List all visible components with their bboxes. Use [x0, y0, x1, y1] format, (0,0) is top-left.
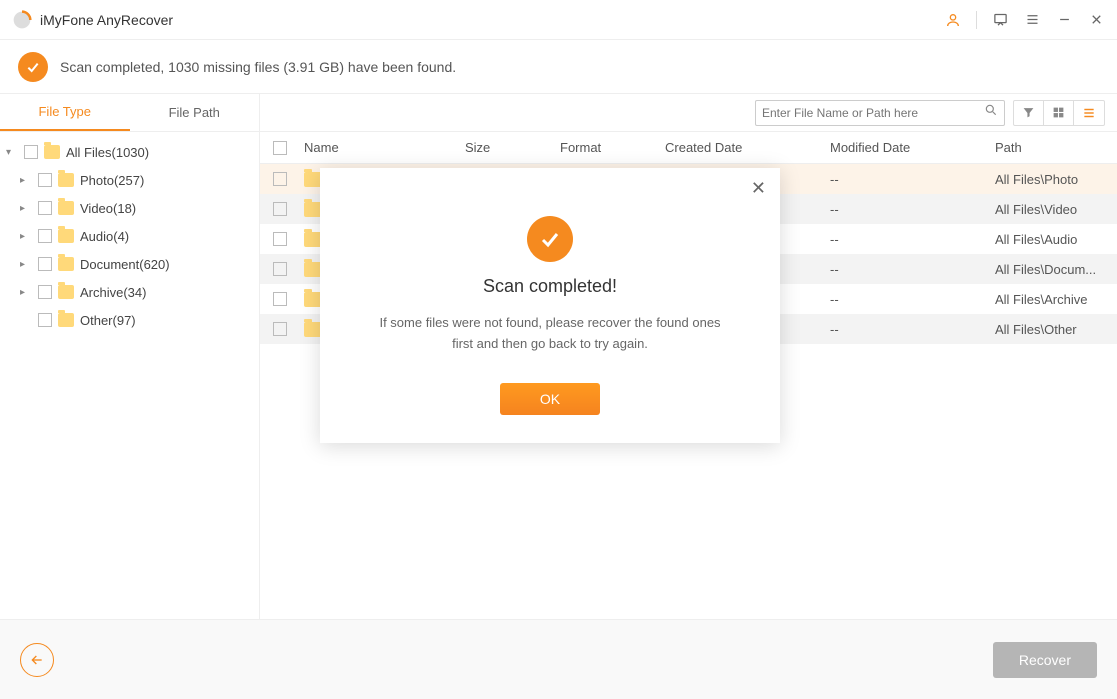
tree-item-label: Photo(257) [80, 173, 144, 188]
tree-item-label: Archive(34) [80, 285, 146, 300]
recover-button[interactable]: Recover [993, 642, 1097, 678]
app-title: iMyFone AnyRecover [40, 12, 944, 28]
titlebar: iMyFone AnyRecover [0, 0, 1117, 40]
dialog-text: If some files were not found, please rec… [344, 313, 756, 355]
tab-file-path-label: File Path [169, 105, 220, 120]
tree-item[interactable]: ▸ Archive(34) [2, 278, 257, 306]
cell-modified: -- [830, 262, 995, 277]
chevron-right-icon[interactable]: ▸ [20, 175, 32, 186]
cell-modified: -- [830, 232, 995, 247]
status-bar: Scan completed, 1030 missing files (3.91… [0, 40, 1117, 94]
scan-complete-dialog: ✕ Scan completed! If some files were not… [320, 168, 780, 443]
tree-item[interactable]: ▸ Photo(257) [2, 166, 257, 194]
list-view-icon[interactable] [1074, 101, 1104, 125]
cell-path: All Files\Audio [995, 232, 1117, 247]
tree-item-label: Document(620) [80, 257, 170, 272]
content-toolbar [260, 94, 1117, 132]
row-checkbox[interactable] [273, 172, 287, 186]
tree-item[interactable]: ▸ Audio(4) [2, 222, 257, 250]
chevron-right-icon[interactable]: ▸ [20, 203, 32, 214]
checkbox[interactable] [38, 257, 52, 271]
row-checkbox[interactable] [273, 232, 287, 246]
app-logo-icon [12, 10, 32, 30]
cell-path: All Files\Archive [995, 292, 1117, 307]
table-header: Name Size Format Created Date Modified D… [260, 132, 1117, 164]
cell-modified: -- [830, 202, 995, 217]
dialog-title: Scan completed! [344, 276, 756, 297]
tab-file-path[interactable]: File Path [130, 94, 260, 131]
grid-view-icon[interactable] [1044, 101, 1074, 125]
dialog-ok-label: OK [540, 391, 560, 407]
dialog-ok-button[interactable]: OK [500, 383, 600, 415]
back-button[interactable] [20, 643, 54, 677]
status-message: Scan completed, 1030 missing files (3.91… [60, 59, 456, 75]
divider [976, 11, 977, 29]
row-checkbox[interactable] [273, 262, 287, 276]
cell-path: All Files\Video [995, 202, 1117, 217]
feedback-icon[interactable] [991, 11, 1009, 29]
col-format[interactable]: Format [560, 140, 665, 155]
file-tree: ▾ All Files(1030) ▸Photo(257)▸Video(18)▸… [0, 132, 259, 340]
close-icon[interactable] [1087, 11, 1105, 29]
chevron-right-icon[interactable]: ▸ [20, 259, 32, 270]
folder-icon [58, 285, 74, 299]
folder-icon [58, 201, 74, 215]
user-icon[interactable] [944, 11, 962, 29]
tree-item-label: Other(97) [80, 313, 136, 328]
status-check-icon [18, 52, 48, 82]
cell-path: All Files\Docum... [995, 262, 1117, 277]
tree-root[interactable]: ▾ All Files(1030) [2, 138, 257, 166]
checkbox[interactable] [38, 285, 52, 299]
cell-path: All Files\Photo [995, 172, 1117, 187]
chevron-down-icon[interactable]: ▾ [6, 147, 18, 158]
tab-file-type[interactable]: File Type [0, 94, 130, 131]
titlebar-icons [944, 11, 1105, 29]
row-checkbox[interactable] [273, 292, 287, 306]
tree-root-label: All Files(1030) [66, 145, 149, 160]
checkbox[interactable] [38, 201, 52, 215]
checkbox[interactable] [38, 173, 52, 187]
col-path[interactable]: Path [995, 140, 1117, 155]
search-icon[interactable] [984, 103, 998, 122]
tab-file-type-label: File Type [38, 104, 91, 119]
footer: Recover [0, 619, 1117, 699]
sidebar-tabs: File Type File Path [0, 94, 259, 132]
cell-path: All Files\Other [995, 322, 1117, 337]
cell-modified: -- [830, 172, 995, 187]
dialog-close-icon[interactable]: ✕ [751, 178, 766, 199]
filter-icon[interactable] [1014, 101, 1044, 125]
cell-modified: -- [830, 322, 995, 337]
menu-icon[interactable] [1023, 11, 1041, 29]
col-size[interactable]: Size [465, 140, 560, 155]
dialog-check-icon [527, 216, 573, 262]
chevron-right-icon[interactable]: ▸ [20, 231, 32, 242]
folder-icon [44, 145, 60, 159]
search-box[interactable] [755, 100, 1005, 126]
row-checkbox[interactable] [273, 322, 287, 336]
tree-item-label: Audio(4) [80, 229, 129, 244]
folder-icon [58, 257, 74, 271]
minimize-icon[interactable] [1055, 11, 1073, 29]
tree-item[interactable]: ▸ Video(18) [2, 194, 257, 222]
folder-icon [58, 173, 74, 187]
folder-icon [58, 313, 74, 327]
tree-item[interactable]: Other(97) [2, 306, 257, 334]
search-input[interactable] [762, 106, 984, 120]
tree-item[interactable]: ▸ Document(620) [2, 250, 257, 278]
tree-item-label: Video(18) [80, 201, 136, 216]
select-all-checkbox[interactable] [273, 141, 287, 155]
col-name[interactable]: Name [300, 140, 465, 155]
view-toolbar [1013, 100, 1105, 126]
col-created[interactable]: Created Date [665, 140, 830, 155]
col-modified[interactable]: Modified Date [830, 140, 995, 155]
folder-icon [58, 229, 74, 243]
sidebar: File Type File Path ▾ All Files(1030) ▸ P… [0, 94, 260, 619]
checkbox[interactable] [38, 313, 52, 327]
checkbox[interactable] [38, 229, 52, 243]
cell-modified: -- [830, 292, 995, 307]
row-checkbox[interactable] [273, 202, 287, 216]
recover-button-label: Recover [1019, 652, 1071, 668]
checkbox[interactable] [24, 145, 38, 159]
chevron-right-icon[interactable]: ▸ [20, 287, 32, 298]
